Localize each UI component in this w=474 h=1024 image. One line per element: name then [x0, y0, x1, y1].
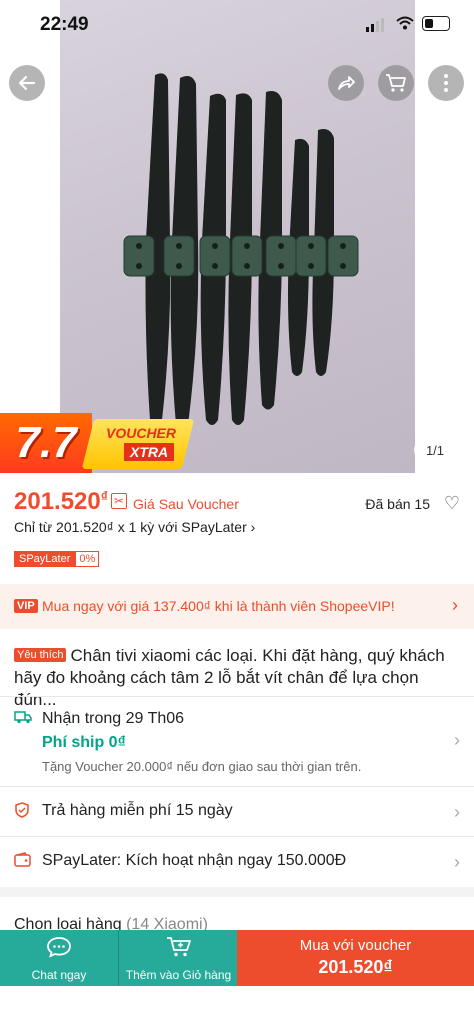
promo-xtra-text: XTRA	[124, 443, 175, 461]
share-icon	[338, 76, 355, 90]
voucher-tag-icon: ✂	[110, 493, 128, 509]
free-return-text: Trả hàng miễn phí 15 ngày	[42, 802, 233, 819]
add-to-cart-label: Thêm vào Giỏ hàng	[125, 968, 232, 982]
chat-bubble-icon	[0, 936, 118, 960]
chat-now-label: Chat ngay	[31, 968, 87, 982]
image-pager: 1/1	[414, 437, 456, 463]
signal-icon	[366, 18, 384, 32]
shopee-vip-row[interactable]: VIP Mua ngay với giá 137.400₫ khi là thà…	[0, 584, 474, 629]
vip-text: Mua ngay với giá 137.400₫ khi là thành v…	[42, 598, 395, 614]
buy-label: Mua với voucher	[299, 937, 412, 954]
wallet-icon	[14, 852, 31, 871]
status-bar: 22:49	[0, 0, 474, 52]
favorite-heart-icon[interactable]: ♡	[444, 493, 460, 514]
product-title: Yêu thích Chân tivi xiaomi các loại. Khi …	[14, 644, 460, 711]
price-amount: 201.520	[14, 488, 101, 515]
delivery-date: Nhận trong 29 Th06	[42, 710, 185, 727]
spaylater-tag-label: SPayLater	[14, 551, 76, 567]
cart-icon	[386, 74, 406, 92]
divider	[0, 786, 474, 787]
chevron-right-icon: ›	[452, 595, 458, 615]
buy-with-voucher-button[interactable]: Mua với voucher 201.520₫	[237, 930, 474, 986]
chevron-right-icon: ›	[454, 730, 460, 750]
shipping-fee: Phí ship 0₫	[42, 734, 126, 751]
bottom-action-bar: Chat ngay Thêm vào Giỏ hàng Mua với vouc…	[0, 930, 474, 986]
status-time: 22:49	[40, 14, 89, 35]
favorite-badge: Yêu thích	[14, 648, 67, 662]
more-options-button[interactable]	[428, 65, 464, 101]
section-gap	[0, 887, 474, 897]
share-button[interactable]	[328, 65, 364, 101]
promo-banner: 7.7 VOUCHER XTRA	[0, 413, 195, 473]
promo-77-label: 7.7	[0, 413, 92, 473]
add-cart-icon	[119, 936, 238, 960]
product-title-text: Chân tivi xiaomi các loại. Khi đặt hàng,…	[14, 646, 445, 709]
shipping-row[interactable]: Nhận trong 29 Th06 Phí ship 0₫ Tặng Vouc…	[14, 710, 460, 776]
truck-icon	[14, 710, 32, 728]
free-return-row[interactable]: Trả hàng miễn phí 15 ngày ›	[14, 802, 460, 826]
battery-icon	[422, 16, 450, 31]
product-photo[interactable]	[60, 0, 415, 473]
more-vertical-icon	[444, 74, 448, 92]
add-to-cart-button[interactable]: Thêm vào Giỏ hàng	[118, 930, 238, 986]
back-arrow-icon	[18, 75, 36, 91]
shipping-note: Tặng Voucher 20.000₫ nếu đơn giao sau th…	[42, 759, 362, 774]
spaylater-tag-rate: 0%	[75, 551, 100, 567]
buy-price: 201.520₫	[318, 957, 393, 977]
vip-badge: VIP	[14, 599, 38, 613]
spaylater-installment-link[interactable]: Chỉ từ 201.520₫ x 1 kỳ với SPayLater ›	[14, 519, 255, 535]
spaylater-activate-row[interactable]: SPayLater: Kích hoạt nhận ngay 150.000Đ …	[14, 852, 460, 876]
back-button[interactable]	[9, 65, 45, 101]
chat-now-button[interactable]: Chat ngay	[0, 930, 118, 986]
divider	[0, 696, 474, 697]
shield-icon	[14, 802, 30, 822]
price-currency: ₫	[100, 488, 108, 504]
divider	[0, 836, 474, 837]
price-row: 201.520₫ ✂ Giá Sau Voucher Đã bán 15 ♡	[14, 488, 460, 518]
spaylater-tag: SPayLater 0%	[14, 551, 100, 567]
cart-button[interactable]	[378, 65, 414, 101]
spaylater-activate-text: SPayLater: Kích hoạt nhận ngay 150.000Đ	[42, 852, 347, 869]
chevron-right-icon: ›	[454, 852, 460, 872]
price-voucher-label: Giá Sau Voucher	[133, 496, 239, 512]
wifi-icon	[396, 14, 414, 35]
chevron-right-icon: ›	[454, 802, 460, 822]
sold-count: Đã bán 15	[365, 496, 430, 512]
product-image-gallery[interactable]: 1/1	[0, 0, 474, 473]
promo-voucher-text: VOUCHER	[106, 425, 177, 441]
